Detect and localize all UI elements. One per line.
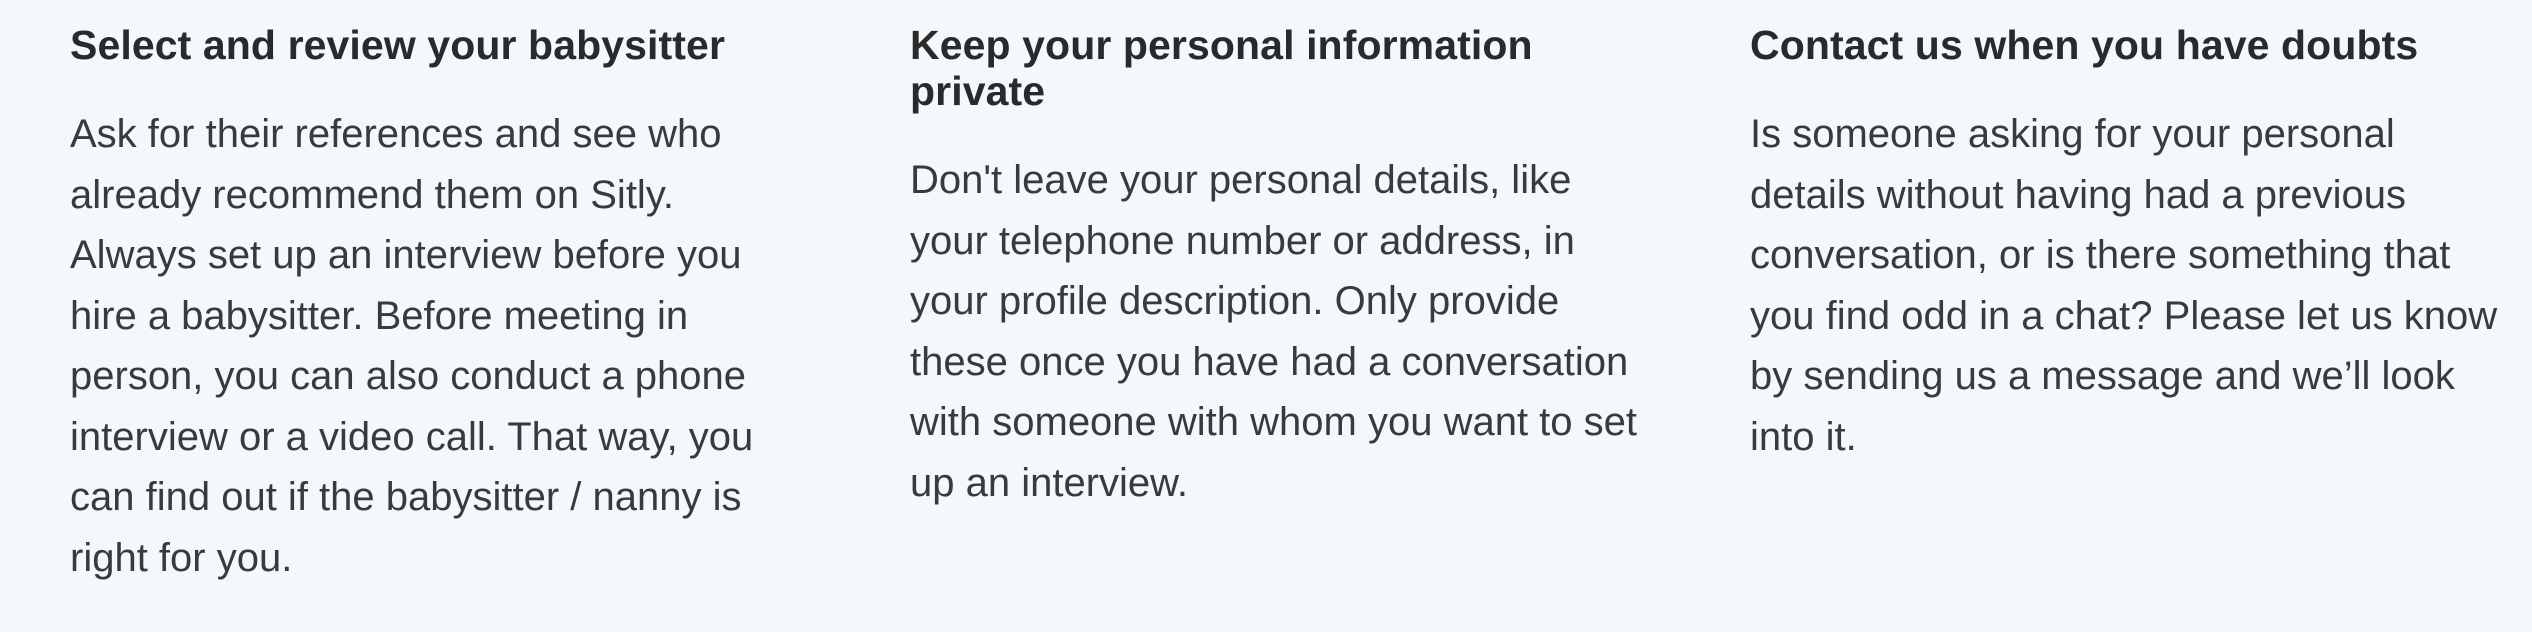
tip-body: Ask for their references and see who alr… — [70, 112, 754, 580]
tip-title: Keep your personal information private — [910, 22, 1533, 114]
safety-tips-section: Select and review your babysitter Ask fo… — [0, 0, 2532, 632]
tip-title: Contact us when you have doubts — [1750, 22, 2419, 68]
tip-title: Select and review your babysitter — [70, 22, 725, 68]
tip-body: Don't leave your personal details, like … — [910, 158, 1638, 505]
tip-body: Is someone asking for your personal deta… — [1750, 112, 2498, 459]
tip-contact-us-doubts: Contact us when you have doubts Is someo… — [1750, 22, 2510, 467]
tip-keep-information-private: Keep your personal information private D… — [910, 22, 1650, 513]
tip-select-review-babysitter: Select and review your babysitter Ask fo… — [70, 22, 790, 588]
